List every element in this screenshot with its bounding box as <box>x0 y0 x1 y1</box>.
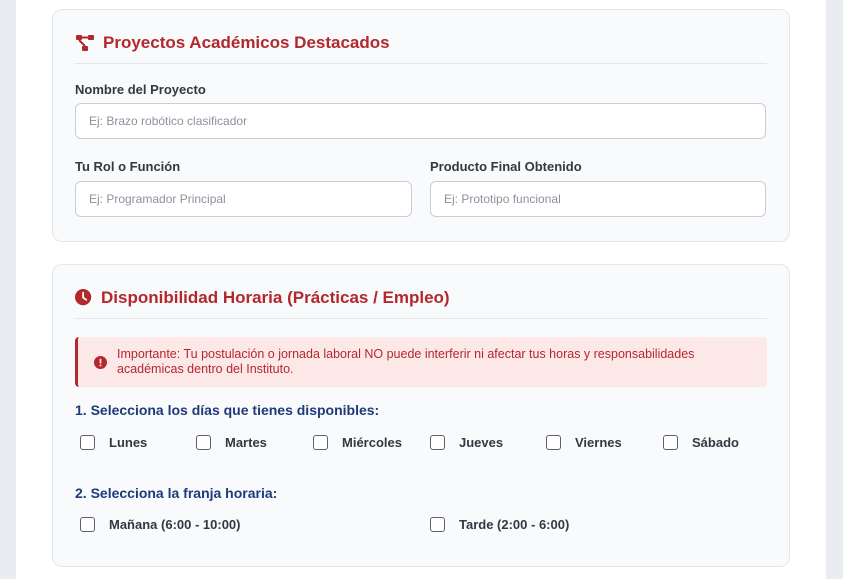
product-label: Producto Final Obtenido <box>430 159 582 174</box>
days-question: 1. Selecciona los días que tienes dispon… <box>75 402 380 418</box>
day-checkbox-jueves[interactable]: Jueves <box>430 435 503 450</box>
shift-label: Tarde (2:00 - 6:00) <box>459 517 570 532</box>
important-alert: Importante: Tu postulación o jornada lab… <box>75 337 767 387</box>
day-checkbox-sabado[interactable]: Sábado <box>663 435 739 450</box>
checkbox-box[interactable] <box>313 435 328 450</box>
project-name-label: Nombre del Proyecto <box>75 82 206 97</box>
project-name-input[interactable] <box>75 103 766 139</box>
projects-title: Proyectos Académicos Destacados <box>103 33 390 52</box>
project-diagram-icon <box>76 35 94 51</box>
role-input[interactable] <box>75 181 412 217</box>
checkbox-box[interactable] <box>80 517 95 532</box>
checkbox-box[interactable] <box>430 517 445 532</box>
projects-card-header: Proyectos Académicos Destacados <box>75 30 767 64</box>
day-label: Sábado <box>692 435 739 450</box>
checkbox-box[interactable] <box>430 435 445 450</box>
day-label: Viernes <box>575 435 622 450</box>
projects-card: Proyectos Académicos Destacados Nombre d… <box>52 9 790 242</box>
checkbox-box[interactable] <box>80 435 95 450</box>
role-label: Tu Rol o Función <box>75 159 181 174</box>
day-checkbox-viernes[interactable]: Viernes <box>546 435 622 450</box>
availability-card: Disponibilidad Horaria (Prácticas / Empl… <box>52 264 790 567</box>
day-checkbox-lunes[interactable]: Lunes <box>80 435 147 450</box>
day-label: Miércoles <box>342 435 402 450</box>
form-page: Proyectos Académicos Destacados Nombre d… <box>16 0 826 579</box>
shift-question: 2. Selecciona la franja horaria: <box>75 485 278 501</box>
clock-icon <box>75 289 92 306</box>
info-circle-icon <box>94 355 107 369</box>
day-label: Martes <box>225 435 267 450</box>
availability-card-header: Disponibilidad Horaria (Prácticas / Empl… <box>75 285 767 319</box>
shift-label: Mañana (6:00 - 10:00) <box>109 517 241 532</box>
shift-checkbox-tarde[interactable]: Tarde (2:00 - 6:00) <box>430 517 569 532</box>
availability-title: Disponibilidad Horaria (Prácticas / Empl… <box>101 288 450 307</box>
day-checkbox-miercoles[interactable]: Miércoles <box>313 435 402 450</box>
checkbox-box[interactable] <box>546 435 561 450</box>
day-label: Jueves <box>459 435 504 450</box>
day-label: Lunes <box>109 435 148 450</box>
checkbox-box[interactable] <box>663 435 678 450</box>
day-checkbox-martes[interactable]: Martes <box>196 435 267 450</box>
shift-checkbox-manana[interactable]: Mañana (6:00 - 10:00) <box>80 517 241 532</box>
alert-text: Importante: Tu postulación o jornada lab… <box>117 347 695 376</box>
product-input[interactable] <box>430 181 766 217</box>
checkbox-box[interactable] <box>196 435 211 450</box>
